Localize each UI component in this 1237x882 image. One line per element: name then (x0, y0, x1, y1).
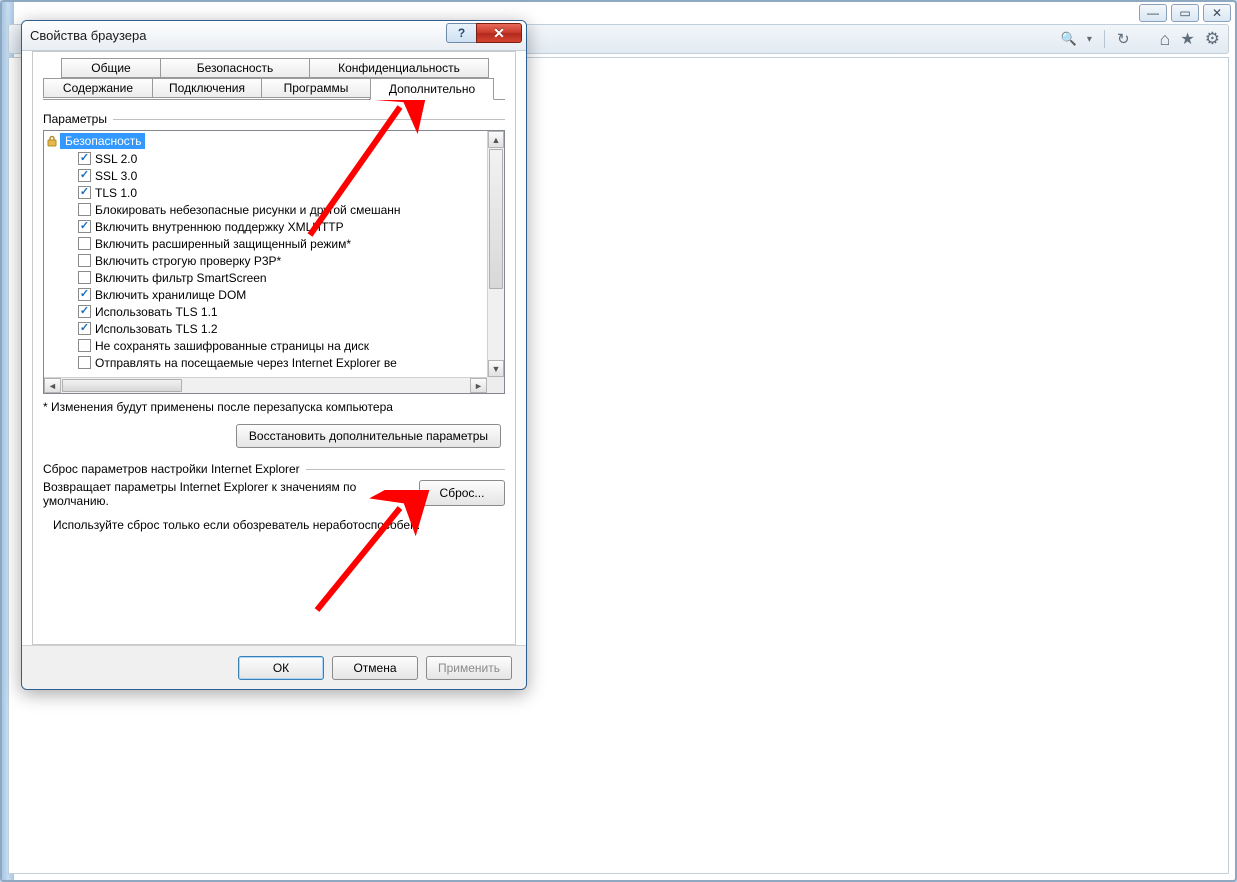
setting-checkbox[interactable] (78, 305, 91, 318)
setting-label: Включить хранилище DOM (95, 288, 246, 302)
groupbox-line (306, 469, 505, 470)
search-dropdown-icon[interactable]: ▾ (1087, 34, 1092, 45)
dialog-titlebar: Свойства браузера ? ✕ (22, 21, 526, 51)
vertical-scrollbar[interactable]: ▲ ▼ (487, 131, 504, 377)
vertical-scroll-thumb[interactable] (489, 149, 503, 289)
setting-label: Включить строгую проверку P3P* (95, 254, 281, 268)
horizontal-scrollbar[interactable]: ◄ ► (44, 377, 487, 393)
scroll-down-button[interactable]: ▼ (488, 360, 504, 377)
dialog-help-button[interactable]: ? (446, 23, 476, 43)
lock-icon (45, 134, 59, 148)
dialog-button-row: ОК Отмена Применить (22, 645, 526, 689)
gear-icon[interactable]: ⚙ (1205, 29, 1220, 49)
dialog-body: Общие Безопасность Конфиденциальность Со… (32, 51, 516, 645)
window-minimize-button[interactable]: — (1139, 4, 1167, 22)
setting-checkbox[interactable] (78, 356, 91, 369)
restart-note: * Изменения будут применены после переза… (43, 400, 505, 414)
tab-row-1: Общие Безопасность Конфиденциальность (61, 58, 505, 78)
setting-label: Использовать TLS 1.1 (95, 305, 218, 319)
tab-programs[interactable]: Программы (261, 78, 371, 98)
horizontal-scroll-thumb[interactable] (62, 379, 182, 392)
scroll-left-button[interactable]: ◄ (44, 378, 61, 393)
setting-checkbox[interactable] (78, 271, 91, 284)
setting-label: Не сохранять зашифрованные страницы на д… (95, 339, 369, 353)
dialog-title: Свойства браузера (30, 28, 146, 43)
apply-button[interactable]: Применить (426, 656, 512, 680)
setting-checkbox[interactable] (78, 220, 91, 233)
setting-label: Отправлять на посещаемые через Internet … (95, 356, 397, 370)
restore-advanced-button[interactable]: Восстановить дополнительные параметры (236, 424, 501, 448)
tab-row-2: Содержание Подключения Программы Дополни… (43, 78, 505, 100)
setting-item[interactable]: TLS 1.0 (48, 184, 487, 201)
setting-item[interactable]: SSL 3.0 (48, 167, 487, 184)
category-security-label: Безопасность (65, 134, 142, 148)
parameters-groupbox-label: Параметры (43, 112, 505, 126)
tab-content[interactable]: Содержание (43, 78, 153, 98)
reset-label-text: Сброс параметров настройки Internet Expl… (43, 462, 300, 476)
setting-label: SSL 2.0 (95, 152, 137, 166)
setting-item[interactable]: Включить фильтр SmartScreen (48, 269, 487, 286)
parameters-label-text: Параметры (43, 112, 107, 126)
setting-checkbox[interactable] (78, 203, 91, 216)
reset-warning-note: Используйте сброс только если обозревате… (53, 518, 499, 532)
window-close-button[interactable]: ✕ (1203, 4, 1231, 22)
setting-checkbox[interactable] (78, 237, 91, 250)
setting-item[interactable]: Включить строгую проверку P3P* (48, 252, 487, 269)
setting-checkbox[interactable] (78, 322, 91, 335)
category-security[interactable]: Безопасность (60, 133, 145, 149)
tab-panel-advanced: Параметры Безопасность SSL 2.0SSL (43, 99, 505, 532)
cancel-button[interactable]: Отмена (332, 656, 418, 680)
window-caption-buttons: — ▭ ✕ (1139, 4, 1231, 22)
reset-groupbox-label: Сброс параметров настройки Internet Expl… (43, 462, 505, 476)
setting-checkbox[interactable] (78, 152, 91, 165)
setting-label: Включить внутреннюю поддержку XMLHTTP (95, 220, 344, 234)
setting-item[interactable]: Включить внутреннюю поддержку XMLHTTP (48, 218, 487, 235)
setting-checkbox[interactable] (78, 288, 91, 301)
refresh-icon[interactable]: ↻ (1117, 30, 1130, 48)
scrollbar-corner (487, 377, 504, 393)
search-icon[interactable]: 🔍 (1061, 31, 1077, 47)
setting-item[interactable]: Использовать TLS 1.1 (48, 303, 487, 320)
internet-options-dialog: Свойства браузера ? ✕ Общие Безопасность… (21, 20, 527, 690)
setting-item[interactable]: Использовать TLS 1.2 (48, 320, 487, 337)
dialog-close-button[interactable]: ✕ (476, 23, 522, 43)
scroll-right-button[interactable]: ► (470, 378, 487, 393)
setting-item[interactable]: Включить расширенный защищенный режим* (48, 235, 487, 252)
reset-button[interactable]: Сброс... (419, 480, 505, 506)
toolbar-separator (1104, 30, 1105, 48)
tab-security[interactable]: Безопасность (160, 58, 310, 78)
advanced-settings-tree[interactable]: Безопасность SSL 2.0 SSL 3.0 TLS 1.0 Блокир… (43, 130, 505, 394)
home-icon[interactable]: ⌂ (1160, 29, 1171, 50)
tab-privacy[interactable]: Конфиденциальность (309, 58, 489, 78)
ok-button[interactable]: ОК (238, 656, 324, 680)
tab-general[interactable]: Общие (61, 58, 161, 78)
setting-checkbox[interactable] (78, 339, 91, 352)
window-maximize-button[interactable]: ▭ (1171, 4, 1199, 22)
setting-label: Блокировать небезопасные рисунки и друго… (95, 203, 401, 217)
tab-connections[interactable]: Подключения (152, 78, 262, 98)
scroll-up-button[interactable]: ▲ (488, 131, 504, 148)
setting-checkbox[interactable] (78, 186, 91, 199)
setting-label: TLS 1.0 (95, 186, 137, 200)
setting-checkbox[interactable] (78, 254, 91, 267)
tree-viewport: Безопасность SSL 2.0 SSL 3.0 TLS 1.0 Блокир… (44, 131, 487, 377)
reset-row: Возвращает параметры Internet Explorer к… (43, 480, 505, 508)
setting-item[interactable]: SSL 2.0 (48, 150, 487, 167)
setting-item[interactable]: Отправлять на посещаемые через Internet … (48, 354, 487, 371)
setting-label: Включить расширенный защищенный режим* (95, 237, 351, 251)
setting-item[interactable]: Включить хранилище DOM (48, 286, 487, 303)
setting-label: SSL 3.0 (95, 169, 137, 183)
setting-item[interactable]: Блокировать небезопасные рисунки и друго… (48, 201, 487, 218)
reset-description: Возвращает параметры Internet Explorer к… (43, 480, 373, 508)
setting-label: Использовать TLS 1.2 (95, 322, 218, 336)
tab-advanced[interactable]: Дополнительно (370, 78, 494, 100)
setting-label: Включить фильтр SmartScreen (95, 271, 267, 285)
groupbox-line (113, 119, 505, 120)
setting-item[interactable]: Не сохранять зашифрованные страницы на д… (48, 337, 487, 354)
setting-checkbox[interactable] (78, 169, 91, 182)
favorites-icon[interactable]: ★ (1180, 29, 1194, 49)
